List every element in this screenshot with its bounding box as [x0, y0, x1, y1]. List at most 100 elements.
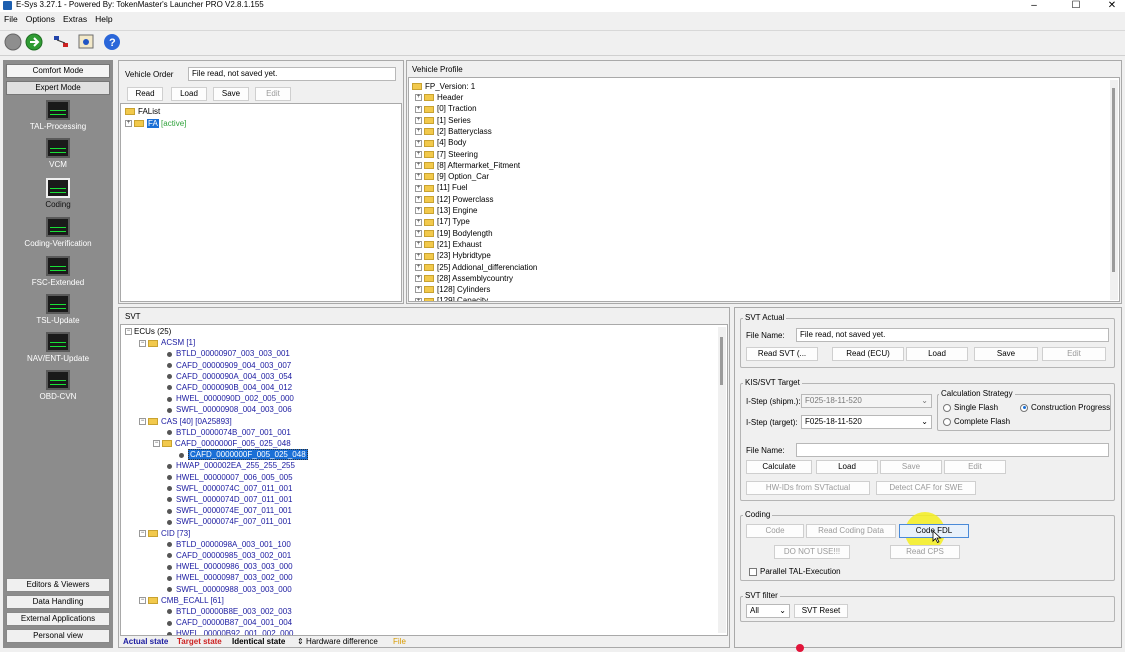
tree-node-ecu-group[interactable]: − ACSM [1] — [139, 337, 195, 348]
radio-construction-progress[interactable]: Construction Progress — [1020, 403, 1110, 412]
menu-help[interactable]: Help — [95, 14, 112, 24]
tree-node-profile-item[interactable]: + [1] Series — [415, 115, 471, 126]
tree-node-profile-item[interactable]: + [4] Body — [415, 137, 466, 148]
menu-file[interactable]: File — [4, 14, 18, 24]
connect-icon[interactable] — [25, 33, 45, 53]
personal-view-button[interactable]: Personal view — [6, 629, 110, 643]
close-icon[interactable]: ✕ — [1104, 0, 1120, 11]
expand-icon[interactable]: + — [415, 207, 422, 215]
tree-node-fp-version[interactable]: FP_Version: 1 — [412, 81, 475, 92]
expand-icon[interactable]: + — [415, 184, 422, 192]
tree-node-svt-item[interactable]: CAFD_00000985_003_002_001 — [167, 550, 291, 561]
tree-node-svt-item[interactable]: SWFL_0000074F_007_011_001 — [167, 516, 292, 527]
expand-icon[interactable]: + — [415, 286, 422, 294]
read-ecu-button[interactable]: Read (ECU) — [832, 347, 904, 361]
tree-node-profile-item[interactable]: + [13] Engine — [415, 205, 477, 216]
expand-icon[interactable]: + — [415, 116, 422, 124]
sidebar-item-fsc-extended[interactable]: FSC-Extended — [3, 256, 113, 287]
radio-single-flash[interactable]: Single Flash — [943, 403, 998, 412]
tree-node-svt-item[interactable]: HWEL_0000090D_002_005_000 — [167, 393, 294, 404]
tree-node-profile-item[interactable]: + [2] Batteryclass — [415, 126, 492, 137]
tree-node-svt-item[interactable]: HWEL_00000007_006_005_005 — [167, 472, 293, 483]
tree-node-svt-item[interactable]: BTLD_00000B8E_003_002_003 — [167, 606, 292, 617]
tree-node-falist[interactable]: FAList — [125, 106, 160, 117]
kis-load-button[interactable]: Load — [816, 460, 878, 474]
expand-icon[interactable]: + — [415, 297, 422, 301]
sidebar-item-coding[interactable]: Coding — [3, 178, 113, 209]
sidebar-item-nav-ent-update[interactable]: NAV/ENT-Update — [3, 332, 113, 363]
tree-node-svt-item[interactable]: HWEL_00000986_003_003_000 — [167, 561, 293, 572]
tree-node-ecu-group[interactable]: − CMB_ECALL [61] — [139, 595, 224, 606]
tree-node-svt-item[interactable]: SWFL_0000074C_007_011_001 — [167, 483, 292, 494]
expand-icon[interactable]: + — [415, 150, 422, 158]
svt-edit-button[interactable]: Edit — [1042, 347, 1106, 361]
tree-node-profile-item[interactable]: + [129] Capacity — [415, 295, 488, 301]
parallel-tal-checkbox[interactable]: Parallel TAL-Execution — [749, 567, 841, 576]
expand-icon[interactable]: + — [415, 139, 422, 147]
tree-node-svt-item[interactable]: SWFL_00000988_003_003_000 — [167, 584, 292, 595]
read-button[interactable]: Read — [127, 87, 163, 101]
tree-node-svt-item[interactable]: SWFL_00000908_004_003_006 — [167, 404, 292, 415]
menu-extras[interactable]: Extras — [63, 14, 87, 24]
tree-node-svt-item[interactable]: CAFD_0000090B_004_004_012 — [167, 382, 292, 393]
network-icon[interactable] — [52, 33, 72, 53]
hw-ids-button[interactable]: HW-IDs from SVTactual — [746, 481, 870, 495]
scroll-thumb[interactable] — [1112, 88, 1115, 272]
save-button[interactable]: Save — [213, 87, 249, 101]
tree-node-profile-item[interactable]: + [19] Bodylength — [415, 228, 493, 239]
tree-node-ecu-group[interactable]: − CID [73] — [139, 528, 190, 539]
help-icon[interactable]: ? — [103, 33, 123, 53]
detect-caf-button[interactable]: Detect CAF for SWE — [876, 481, 976, 495]
tree-node-ecus[interactable]: − ECUs (25) — [125, 326, 171, 337]
data-handling-button[interactable]: Data Handling — [6, 595, 110, 609]
expand-icon[interactable]: + — [415, 252, 422, 260]
code-button[interactable]: Code — [746, 524, 804, 538]
tree-node-profile-item[interactable]: + [9] Option_Car — [415, 171, 489, 182]
tree-node-svt-item[interactable]: HWEL_00000987_003_002_000 — [167, 572, 293, 583]
sidebar-item-coding-verification[interactable]: Coding-Verification — [3, 217, 113, 248]
expand-icon[interactable]: + — [415, 218, 422, 226]
tree-node-svt-item[interactable]: BTLD_0000074B_007_001_001 — [167, 427, 291, 438]
tree-node-profile-item[interactable]: + [128] Cylinders — [415, 284, 490, 295]
do-not-use-button[interactable]: DO NOT USE!!! — [774, 545, 850, 559]
tree-node-svt-item[interactable]: HWAP_000002EA_255_255_255 — [167, 460, 295, 471]
tree-node-profile-item[interactable]: + [17] Type — [415, 216, 470, 227]
sidebar-item-tsl-update[interactable]: TSL-Update — [3, 294, 113, 325]
collapse-icon[interactable]: − — [139, 417, 146, 425]
collapse-icon[interactable]: − — [139, 339, 146, 347]
expand-icon[interactable]: + — [415, 105, 422, 113]
disconnect-icon[interactable] — [4, 33, 24, 53]
calculate-button[interactable]: Calculate — [746, 460, 812, 474]
collapse-icon[interactable]: − — [153, 440, 160, 448]
scroll-thumb[interactable] — [720, 337, 723, 385]
expand-icon[interactable]: + — [415, 241, 422, 249]
tree-node-svt-item[interactable]: CAFD_00000B87_004_001_004 — [167, 617, 292, 628]
sidebar-item-obd-cvn[interactable]: OBD-CVN — [3, 370, 113, 401]
expand-icon[interactable]: + — [125, 120, 132, 128]
expand-icon[interactable]: + — [415, 263, 422, 271]
tree-node-ecu-group[interactable]: − CAS [40] [0A25893] — [139, 416, 232, 427]
svt-actual-file-field[interactable]: File read, not saved yet. — [796, 328, 1109, 342]
tree-node-svt-item[interactable]: BTLD_00000907_003_003_001 — [167, 348, 290, 359]
radio-complete-flash[interactable]: Complete Flash — [943, 417, 1010, 426]
tree-node-profile-item[interactable]: + [7] Steering — [415, 149, 478, 160]
expand-icon[interactable]: + — [415, 128, 422, 136]
expert-mode-button[interactable]: Expert Mode — [6, 81, 110, 95]
svt-reset-button[interactable]: SVT Reset — [794, 604, 848, 618]
tree-node-svt-item[interactable]: SWFL_0000074E_007_011_001 — [167, 505, 292, 516]
tree-node-profile-item[interactable]: + [21] Exhaust — [415, 239, 481, 250]
tree-node-profile-item[interactable]: + [25] Addional_differenciation — [415, 262, 537, 273]
read-svt-button[interactable]: Read SVT (... — [746, 347, 818, 361]
expand-icon[interactable]: + — [415, 196, 422, 204]
editors-viewers-button[interactable]: Editors & Viewers — [6, 578, 110, 592]
expand-icon[interactable]: + — [415, 94, 422, 102]
tree-node-profile-item[interactable]: + [0] Traction — [415, 103, 477, 114]
svt-filter-select[interactable]: All ⌄ — [746, 604, 790, 618]
tree-node-svt-item[interactable]: HWEL_00000B92_001_002_000 — [167, 628, 293, 635]
tree-node-profile-item[interactable]: + [8] Aftermarket_Fitment — [415, 160, 520, 171]
tree-node-svt-folder[interactable]: − CAFD_0000000F_005_025_048 — [153, 438, 291, 449]
minimize-icon[interactable]: – — [1026, 0, 1042, 11]
expand-icon[interactable]: + — [415, 162, 422, 170]
read-coding-data-button[interactable]: Read Coding Data — [806, 524, 896, 538]
vertical-scrollbar[interactable] — [718, 327, 726, 633]
